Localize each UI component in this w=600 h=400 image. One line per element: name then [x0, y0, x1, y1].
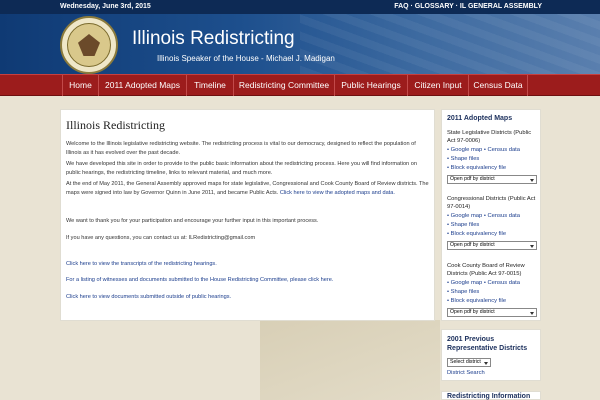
- state-legislative-shape-files[interactable]: • Shape files: [447, 156, 479, 162]
- state-legislative-district-select[interactable]: Open pdf by district: [447, 175, 537, 184]
- cook-county-map-links[interactable]: • Google map • Census data: [447, 280, 520, 286]
- main-content: Illinois Redistricting Welcome to the Il…: [60, 109, 435, 321]
- sidebar-heading: 2011 Adopted Maps: [447, 115, 513, 122]
- intro-paragraph: Welcome to the Illinois legislative redi…: [66, 141, 416, 156]
- cook-county-district-select[interactable]: Open pdf by district: [447, 308, 537, 317]
- state-legislative-title: State Legislative Districts (Public Act …: [447, 130, 532, 144]
- congressional-block-file[interactable]: • Block equivalency file: [447, 231, 506, 237]
- nav-public-hearings[interactable]: Public Hearings: [334, 75, 407, 96]
- state-seal-icon: [60, 16, 118, 74]
- adopted-maps-sidebar: 2011 Adopted Maps State Legislative Dist…: [441, 109, 541, 321]
- info-paragraph: We have developed this site in order to …: [66, 161, 417, 176]
- main-navigation: Home 2011 Adopted Maps Timeline Redistri…: [0, 74, 600, 96]
- top-links[interactable]: FAQ · GLOSSARY · IL GENERAL ASSEMBLY: [394, 3, 542, 10]
- top-bar: Wednesday, June 3rd, 2015 FAQ · GLOSSARY…: [0, 0, 600, 14]
- background-map: [260, 320, 440, 400]
- page-title: Illinois Redistricting: [66, 118, 165, 132]
- previous-district-select[interactable]: Select district: [447, 358, 491, 367]
- cook-county-block-file[interactable]: • Block equivalency file: [447, 298, 506, 304]
- congressional-title: Congressional Districts (Public Act 97-0…: [447, 196, 536, 210]
- nav-home[interactable]: Home: [62, 75, 98, 96]
- nav-2011-adopted-maps[interactable]: 2011 Adopted Maps: [98, 75, 186, 96]
- site-title[interactable]: Illinois Redistricting: [132, 28, 295, 50]
- cook-county-shape-files[interactable]: • Shape files: [447, 289, 479, 295]
- site-subtitle: Illinois Speaker of the House - Michael …: [157, 54, 335, 63]
- district-search-link[interactable]: District Search: [447, 370, 485, 376]
- redistricting-info-sidebar: Redistricting Information: [441, 391, 541, 400]
- nav-redistricting-committee[interactable]: Redistricting Committee: [233, 75, 334, 96]
- thanks-paragraph: We want to thank you for your participat…: [66, 218, 319, 224]
- site-header: Illinois Redistricting Illinois Speaker …: [0, 14, 600, 74]
- header-map-background: [300, 14, 600, 74]
- state-legislative-map-links[interactable]: • Google map • Census data: [447, 147, 520, 153]
- nav-timeline[interactable]: Timeline: [186, 75, 233, 96]
- cook-county-title: Cook County Board of Review Districts (P…: [447, 263, 525, 277]
- redistricting-info-heading: Redistricting Information: [447, 393, 531, 400]
- current-date: Wednesday, June 3rd, 2015: [60, 3, 151, 10]
- nav-census-data[interactable]: Census Data: [468, 75, 528, 96]
- previous-districts-sidebar: 2001 Previous Representative Districts S…: [441, 329, 541, 381]
- state-legislative-block-file[interactable]: • Block equivalency file: [447, 165, 506, 171]
- outside-documents-link[interactable]: Click here to view documents submitted o…: [66, 293, 431, 302]
- contact-paragraph: If you have any questions, you can conta…: [66, 235, 256, 241]
- transcripts-link[interactable]: Click here to view the transcripts of th…: [66, 260, 431, 269]
- previous-districts-heading: 2001 Previous Representative Districts: [447, 336, 528, 352]
- congressional-map-links[interactable]: • Google map • Census data: [447, 213, 520, 219]
- congressional-shape-files[interactable]: • Shape files: [447, 222, 479, 228]
- adopted-maps-link[interactable]: Click here to view the adopted maps and …: [280, 190, 395, 196]
- witness-documents-link[interactable]: For a listing of witnesses and documents…: [66, 276, 431, 285]
- maps-paragraph: At the end of May 2011, the General Asse…: [66, 180, 431, 198]
- congressional-district-select[interactable]: Open pdf by district: [447, 241, 537, 250]
- nav-citizen-input[interactable]: Citizen Input: [407, 75, 468, 96]
